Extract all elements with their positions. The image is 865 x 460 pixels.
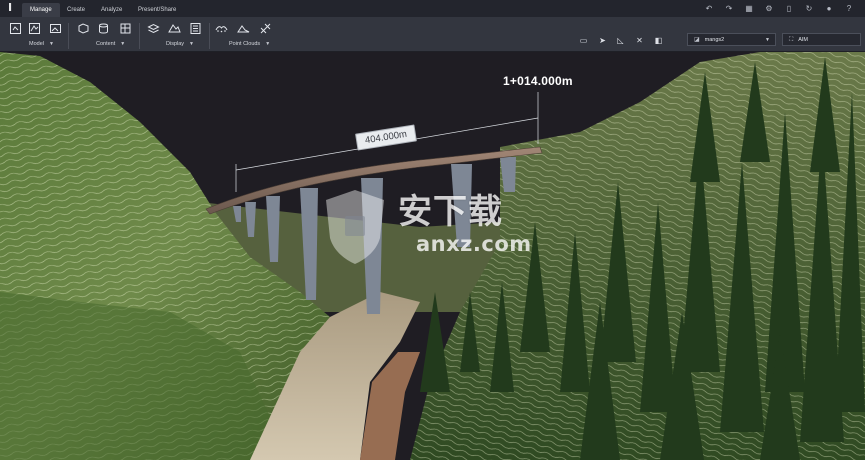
select-icon[interactable]: ➤	[596, 35, 609, 47]
model-image-icon[interactable]	[48, 22, 63, 37]
3d-viewport[interactable]: 404.000m 1+014.000m 安下载 anxz.com	[0, 52, 865, 460]
undo-icon[interactable]: ↶	[699, 3, 719, 15]
content-group-label[interactable]: Content ▼	[96, 41, 125, 47]
view-dropdown[interactable]: ⛶ AIM	[782, 33, 861, 46]
point-cloud-view-icon[interactable]	[214, 22, 229, 37]
chevron-down-icon: ▼	[120, 41, 126, 47]
title-bar: I Manage Create Analyze Present/Share ↶ …	[0, 0, 865, 17]
display-layers-icon[interactable]	[146, 22, 161, 37]
chevron-down-icon: ▼	[48, 41, 54, 47]
point-cloud-scan-icon[interactable]	[258, 22, 273, 37]
tab-create[interactable]: Create	[59, 3, 93, 17]
tab-present-share[interactable]: Present/Share	[130, 3, 184, 17]
station-label[interactable]: 1+014.000m	[503, 74, 573, 88]
layout-icon[interactable]: ▦	[739, 3, 759, 15]
point-cloud-terrain-icon[interactable]	[236, 22, 251, 37]
watermark: 安下载 anxz.com	[320, 184, 550, 270]
view-icon: ⛶	[789, 37, 794, 43]
display-group-text: Display	[166, 41, 185, 47]
group-separator	[209, 23, 210, 49]
measure-icon[interactable]: ◺	[614, 35, 627, 47]
model-group-label[interactable]: Model ▼	[29, 41, 54, 47]
tab-analyze[interactable]: Analyze	[93, 3, 130, 17]
content-library-icon[interactable]	[118, 22, 133, 37]
proposal-value: mangs2	[704, 37, 725, 43]
document-icon[interactable]: ▯	[779, 3, 799, 15]
watermark-shield-icon	[326, 190, 384, 264]
model-open-icon[interactable]	[8, 22, 23, 37]
display-table-icon[interactable]	[188, 22, 203, 37]
tools-icon[interactable]: ✕	[633, 35, 646, 47]
point-clouds-group-text: Point Clouds	[229, 41, 261, 47]
content-database-icon[interactable]	[96, 22, 111, 37]
proposal-dropdown[interactable]: ◪ mangs2 ▼	[687, 33, 776, 46]
chevron-down-icon: ▼	[265, 41, 271, 47]
point-clouds-group-label[interactable]: Point Clouds ▼	[229, 41, 270, 47]
model-import-icon[interactable]	[27, 22, 42, 37]
model-group-text: Model	[29, 41, 44, 47]
redo-icon[interactable]: ↷	[719, 3, 739, 15]
watermark-text: 安下载	[398, 192, 503, 232]
group-separator	[68, 23, 69, 49]
watermark-subtext: anxz.com	[416, 232, 532, 256]
help-icon[interactable]: ?	[839, 3, 859, 15]
chevron-down-icon: ▼	[189, 41, 194, 47]
chat-icon[interactable]: ●	[819, 3, 839, 15]
settings-icon[interactable]: ⚙	[759, 3, 779, 15]
clip-icon[interactable]: ◧	[652, 35, 665, 47]
tab-manage[interactable]: Manage	[22, 3, 60, 17]
view-value: AIM	[798, 37, 808, 43]
content-group-text: Content	[96, 41, 116, 47]
app-logo-icon[interactable]: I	[4, 2, 16, 14]
chevron-down-icon: ▼	[765, 37, 770, 43]
screen-icon[interactable]: ▭	[577, 35, 590, 47]
display-terrain-icon[interactable]	[167, 22, 182, 37]
group-separator	[139, 23, 140, 49]
refresh-icon[interactable]: ↻	[799, 3, 819, 15]
content-data-sources-icon[interactable]	[76, 22, 91, 37]
proposal-icon: ◪	[694, 37, 700, 43]
title-bar-actions: ↶ ↷ ▦ ⚙ ▯ ↻ ● ?	[699, 3, 859, 15]
display-group-label[interactable]: Display ▼	[166, 41, 194, 47]
